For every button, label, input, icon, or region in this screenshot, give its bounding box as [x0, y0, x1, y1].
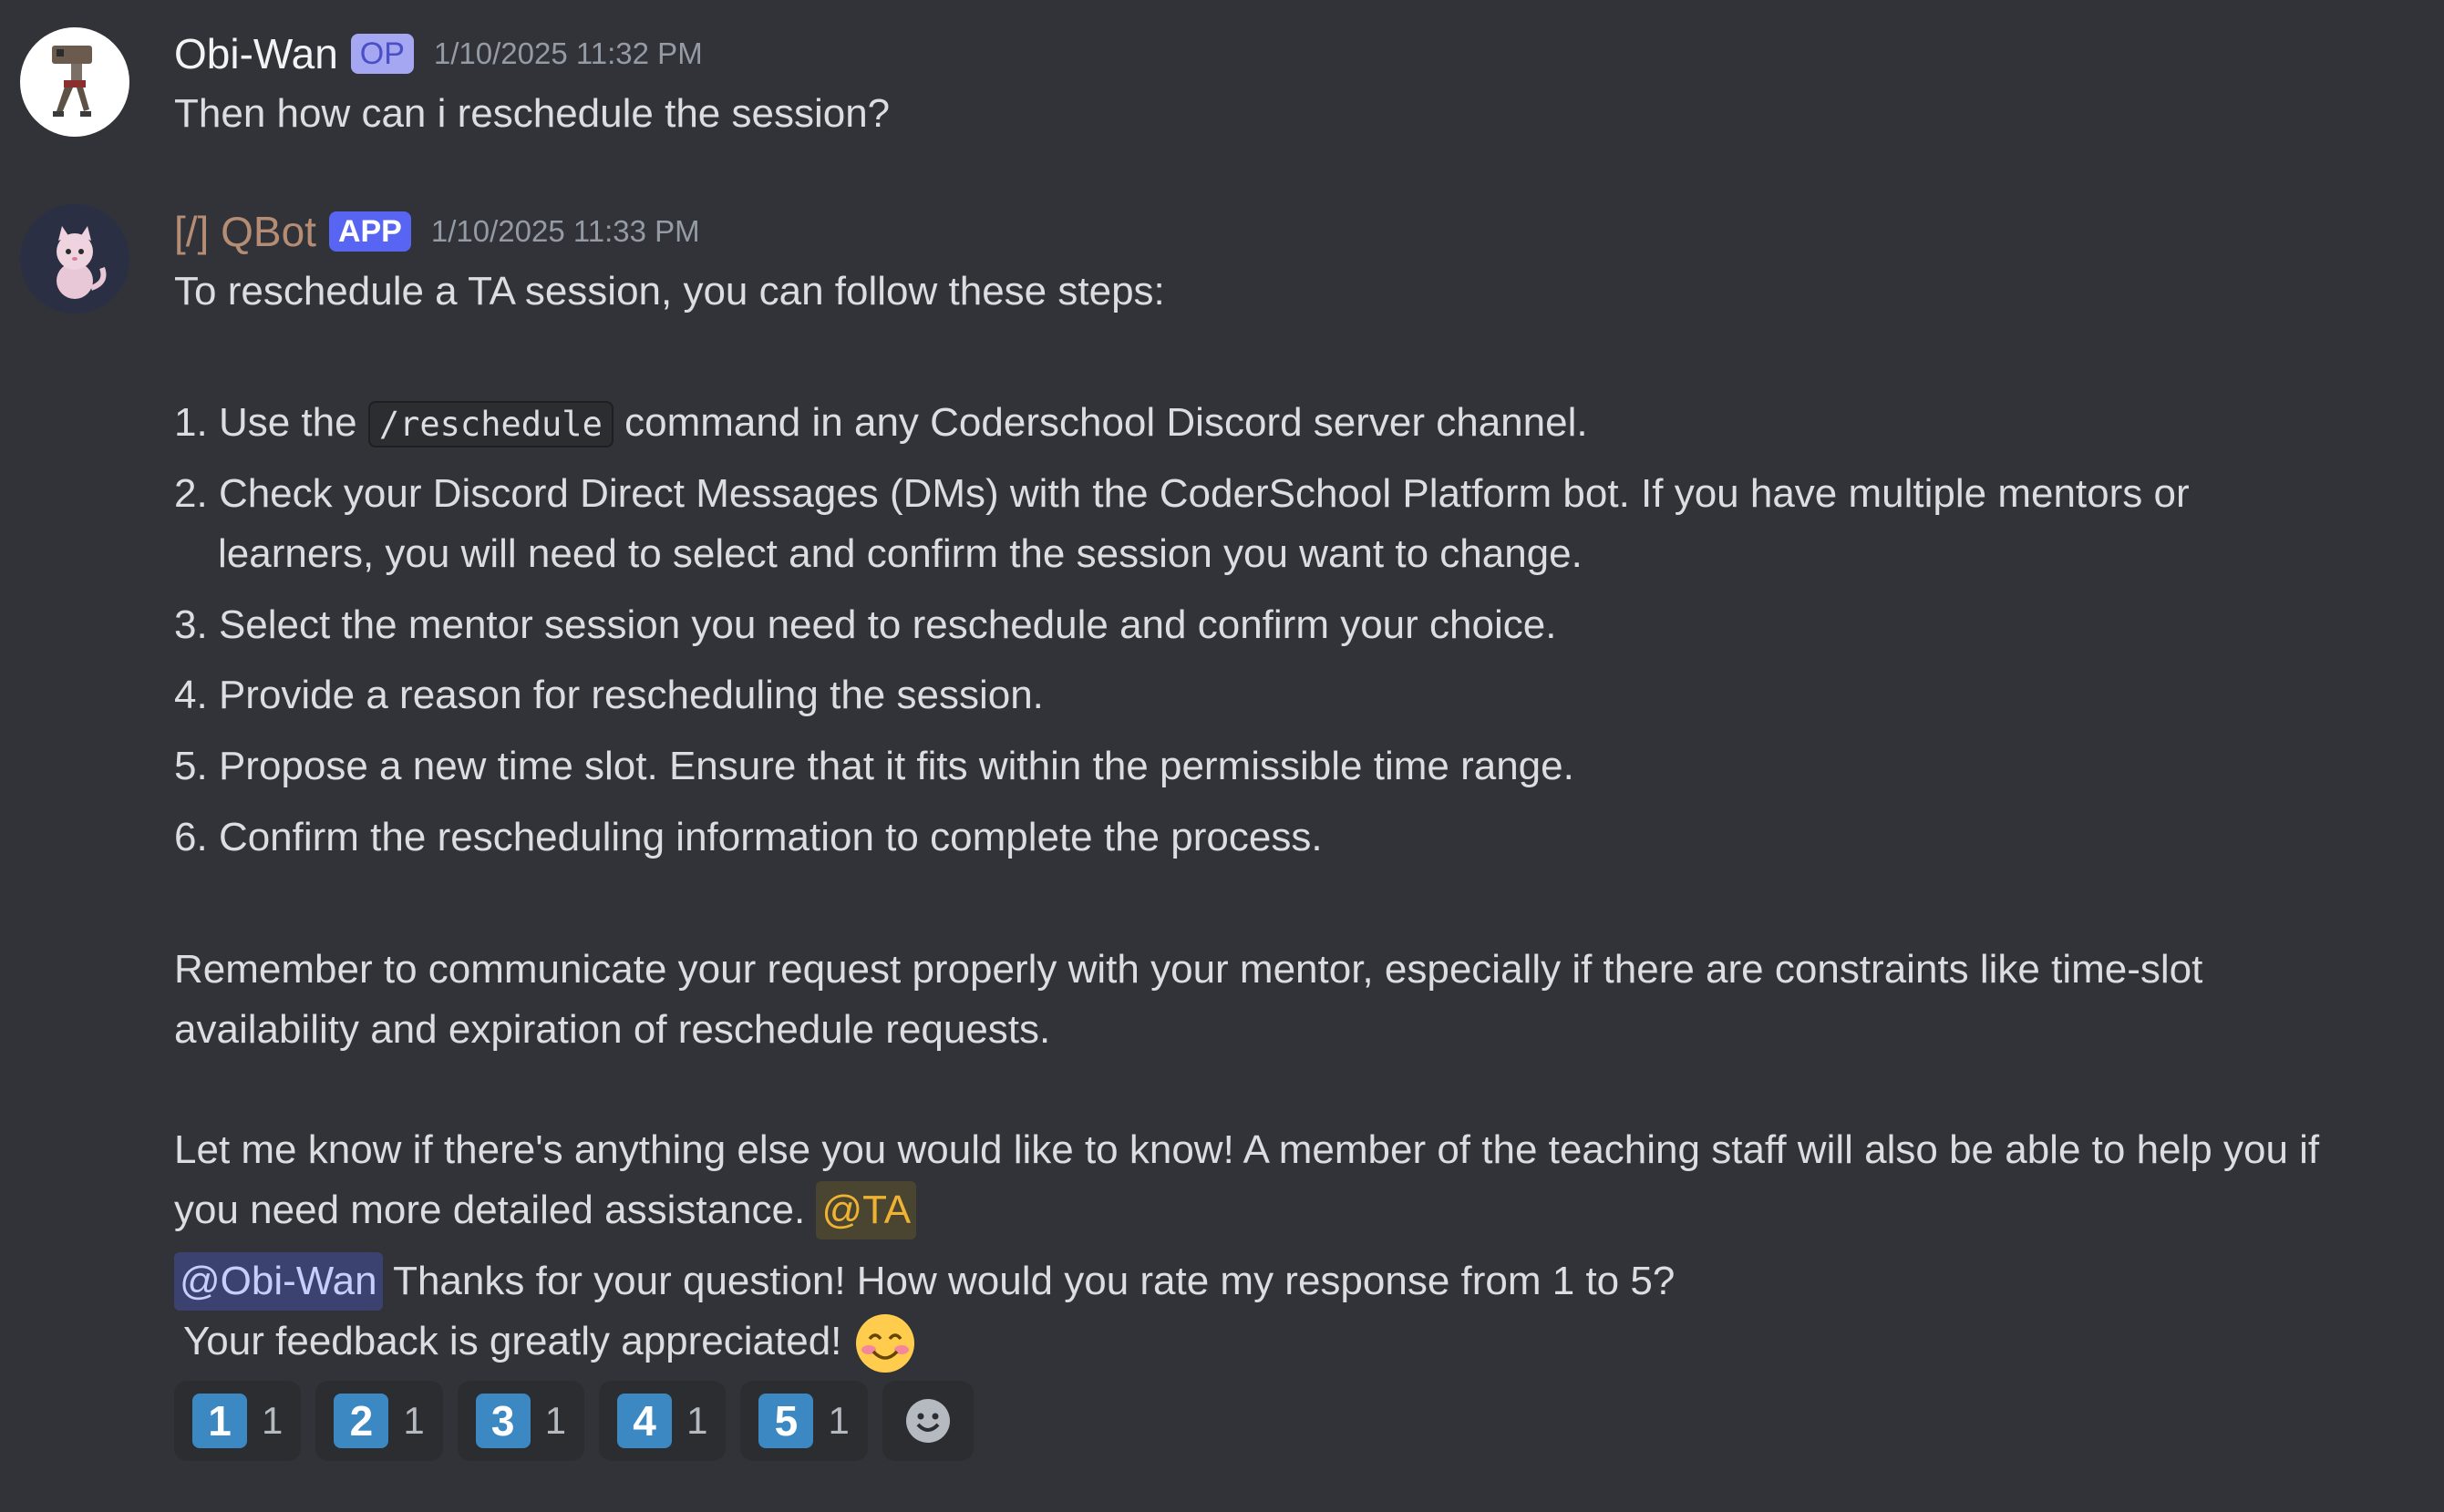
step-text: Check your Discord Direct Messages (DMs)… — [218, 471, 2190, 516]
user-avatar-obi-wan[interactable] — [20, 27, 129, 137]
keycap-2-icon: 2 — [334, 1394, 389, 1448]
step-number: 4. — [174, 673, 208, 717]
reaction-count: 1 — [544, 1399, 567, 1442]
inline-code: /reschedule — [367, 401, 614, 447]
intro-text: To reschedule a TA session, you can foll… — [174, 269, 1165, 314]
role-mention-ta[interactable]: @TA — [816, 1181, 917, 1239]
step-number: 3. — [174, 602, 208, 647]
step-2: 2. Check your Discord Direct Messages (D… — [174, 464, 2190, 524]
letme-text-continued: you need more detailed assistance. @TA — [174, 1180, 917, 1240]
remember-text: Remember to communicate your request pro… — [174, 947, 2203, 992]
reaction-count: 1 — [262, 1399, 284, 1442]
reaction-bar: 1 1 2 1 3 1 4 1 5 1 — [174, 1381, 974, 1461]
timestamp[interactable]: 1/10/2025 11:33 PM — [431, 214, 700, 249]
message-text: Then how can i reschedule the session? — [174, 91, 891, 136]
step-6: 6. Confirm the rescheduling information … — [174, 807, 1323, 868]
thanks-text: Thanks for your question! How would you … — [393, 1259, 1676, 1303]
feedback-text: Your feedback is greatly appreciated! — [183, 1319, 842, 1363]
add-reaction-smiley-icon — [905, 1399, 950, 1443]
reaction-count: 1 — [828, 1399, 850, 1442]
keycap-4-icon: 4 — [617, 1394, 673, 1448]
app-badge: APP — [328, 211, 411, 252]
step-text: command in any Coderschool Discord serve… — [624, 400, 1588, 445]
step-1: 1. Use the /reschedule command in any Co… — [174, 393, 1588, 455]
step-number: 1. — [174, 400, 208, 445]
username[interactable]: Obi-Wan — [174, 29, 338, 78]
reaction-keycap-2[interactable]: 2 1 — [315, 1381, 443, 1461]
op-badge: OP — [350, 34, 414, 74]
add-reaction-button[interactable] — [882, 1381, 974, 1461]
chat-page: Obi-Wan OP 1/10/2025 11:32 PM Then how c… — [0, 0, 2444, 1512]
reaction-count: 1 — [686, 1399, 708, 1442]
reaction-keycap-4[interactable]: 4 1 — [599, 1381, 727, 1461]
username[interactable]: [/] QBot — [174, 207, 316, 256]
letme-text-line2: you need more detailed assistance. — [174, 1188, 806, 1232]
keycap-1-icon: 1 — [192, 1394, 247, 1448]
letme-text: Let me know if there's anything else you… — [174, 1127, 2320, 1172]
user-mention-obi-wan[interactable]: @Obi-Wan — [174, 1252, 383, 1311]
step-2-continued: learners, you will need to select and co… — [218, 531, 1583, 576]
keycap-5-icon: 5 — [758, 1394, 814, 1448]
reaction-keycap-1[interactable]: 1 1 — [174, 1381, 302, 1461]
keycap-3-icon: 3 — [475, 1394, 531, 1448]
step-text: Provide a reason for rescheduling the se… — [218, 673, 1044, 717]
step-4: 4. Provide a reason for rescheduling the… — [174, 665, 1044, 725]
remember-text-continued: availability and expiration of reschedul… — [174, 1007, 1051, 1052]
step-text: Confirm the rescheduling information to … — [218, 815, 1323, 859]
step-number: 2. — [174, 471, 208, 516]
step-text: Select the mentor session you need to re… — [218, 602, 1557, 647]
message-header: Obi-Wan OP 1/10/2025 11:32 PM — [174, 26, 703, 81]
message-header: [/] QBot APP 1/10/2025 11:33 PM — [174, 204, 700, 259]
step-number: 5. — [174, 744, 208, 788]
step-number: 6. — [174, 815, 208, 859]
feedback-line: Your feedback is greatly appreciated! — [183, 1311, 917, 1375]
thanks-line: @Obi-Wan Thanks for your question! How w… — [174, 1251, 1675, 1311]
step-text: Use the — [218, 400, 357, 445]
step-text: Propose a new time slot. Ensure that it … — [218, 744, 1574, 788]
smiling-face-with-blush-icon — [853, 1311, 917, 1375]
reaction-keycap-3[interactable]: 3 1 — [457, 1381, 585, 1461]
step-3: 3. Select the mentor session you need to… — [174, 595, 1556, 655]
reaction-count: 1 — [403, 1399, 425, 1442]
timestamp[interactable]: 1/10/2025 11:32 PM — [434, 36, 703, 71]
bot-avatar-qbot[interactable] — [20, 204, 129, 314]
reaction-keycap-5[interactable]: 5 1 — [740, 1381, 868, 1461]
step-5: 5. Propose a new time slot. Ensure that … — [174, 736, 1574, 797]
